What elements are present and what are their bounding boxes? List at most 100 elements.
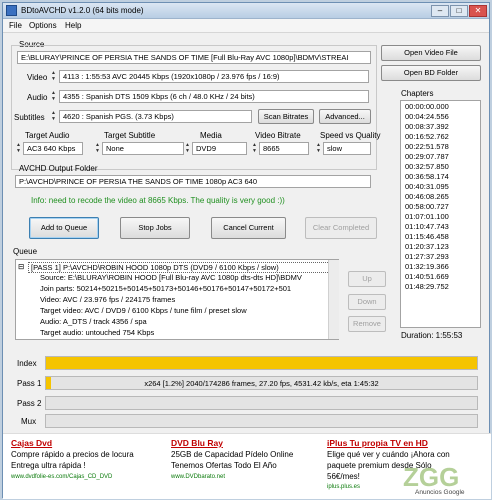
menu-options[interactable]: Options [29,21,57,30]
duration-label: Duration: 1:55:53 [401,331,463,340]
chapter-item[interactable]: 00:40:31.095 [405,182,476,192]
output-folder-label: AVCHD Output Folder [19,164,98,173]
ad-title[interactable]: DVD Blu Ray [171,438,223,448]
speed-quality-field[interactable]: slow [323,142,371,155]
target-subtitle-field[interactable]: None [102,142,184,155]
chapter-item[interactable]: 00:36:58.174 [405,172,476,182]
ads-footer: Anuncios Google [415,489,465,496]
ad-text: Elige qué ver y cuándo ¡Ahora con [327,450,450,459]
ad-url[interactable]: www.dvdfolie-es.com/Cajas_CD_DVD [11,474,112,480]
chapter-item[interactable]: 01:27:37.293 [405,252,476,262]
chapter-item[interactable]: 01:07:01.100 [405,212,476,222]
chapter-item[interactable]: 00:16:52.762 [405,132,476,142]
video-bitrate-field[interactable]: 8665 [259,142,309,155]
collapse-icon[interactable]: ⊟ [18,262,24,271]
target-audio-spinner[interactable]: ▲ ▼ [15,142,22,155]
chapter-item[interactable]: 00:58:00.727 [405,202,476,212]
chapter-item[interactable]: 00:29:07.787 [405,152,476,162]
scan-bitrates-button[interactable]: Scan Bitrates [258,109,314,124]
cancel-current-button[interactable]: Cancel Current [211,217,286,239]
audio-stream-field[interactable]: 4355 : Spanish DTS 1509 Kbps (6 ch / 48.… [59,90,369,103]
ad-text: 25GB de Capacidad Pídelo Online [171,450,294,459]
target-subtitle-label: Target Subtitle [104,131,156,140]
chapter-item[interactable]: 00:46:08.265 [405,192,476,202]
mux-progress-bar [45,414,478,428]
maximize-button[interactable]: □ [450,5,468,17]
pass2-progress-bar [45,396,478,410]
ad-text: 56€/mes! [327,472,360,481]
open-video-file-button[interactable]: Open Video File [381,45,481,61]
subtitles-stream-field[interactable]: 4620 : Spanish PGS. (3.73 Kbps) [59,110,252,123]
video-label: Video [27,73,48,82]
video-bitrate-spinner[interactable]: ▲ ▼ [251,142,258,155]
target-subtitle-spinner[interactable]: ▲ ▼ [94,142,101,155]
chapter-item[interactable]: 00:00:00.000 [405,102,476,112]
media-field[interactable]: DVD9 [192,142,247,155]
pass1-progress-label: Pass 1 [17,379,42,388]
subtitles-stream-spinner[interactable]: ▲ ▼ [50,110,57,123]
chapter-item[interactable]: 00:32:57.850 [405,162,476,172]
ad-title[interactable]: iPlus Tu propia TV en HD [327,438,428,448]
index-progress-label: Index [17,359,37,368]
queue-scrollbar[interactable] [328,260,339,339]
output-folder-field[interactable]: P:\AVCHD\PRINCE OF PERSIA THE SANDS OF T… [15,175,371,188]
media-label: Media [200,131,222,140]
index-progress-bar [45,356,478,370]
ad-text: Compre rápido a precios de locura [11,450,134,459]
add-to-queue-button[interactable]: Add to Queue [29,217,99,239]
chapters-list[interactable]: 00:00:00.000 00:04:24.556 00:08:37.392 00:1… [400,100,481,328]
ad-url[interactable]: www.DVDbarato.net [171,474,225,480]
index-progress-fill [46,357,477,369]
menu-help[interactable]: Help [65,21,81,30]
speed-quality-spinner[interactable]: ▲ ▼ [315,142,322,155]
chapter-item[interactable]: 00:04:24.556 [405,112,476,122]
chapter-item[interactable]: 00:08:37.392 [405,122,476,132]
chapters-label: Chapters [401,89,434,98]
minimize-button[interactable]: – [431,5,449,17]
title-bar: BDtoAVCHD v1.2.0 (64 bits mode) – □ ✕ [3,3,489,19]
ads-banner: Cajas Dvd Compre rápido a precios de loc… [3,433,491,499]
stop-jobs-button[interactable]: Stop Jobs [120,217,190,239]
chapter-item[interactable]: 01:10:47.743 [405,222,476,232]
video-bitrate-label: Video Bitrate [255,131,301,140]
ad-text: Tenemos Ofertas Todo El Año [171,461,277,470]
audio-label: Audio [27,93,48,102]
subtitles-label: Subtitles [14,113,45,122]
window-title: BDtoAVCHD v1.2.0 (64 bits mode) [21,6,144,15]
audio-stream-spinner[interactable]: ▲ ▼ [50,90,57,103]
video-stream-spinner[interactable]: ▲ ▼ [50,70,57,83]
clear-completed-button[interactable]: Clear Completed [305,217,377,239]
queue-line: Target video: AVC / DVD9 / 6100 Kbps / t… [40,306,247,315]
mux-progress-label: Mux [21,417,37,426]
queue-label: Queue [13,247,38,256]
queue-down-button[interactable]: Down [348,294,386,310]
queue-list[interactable]: ⊟ [PASS 1] P:\AVCHD\ROBIN HOOD 1080p DTS… [15,259,339,340]
chapter-item[interactable]: 01:48:29.752 [405,282,476,292]
close-button[interactable]: ✕ [469,5,487,17]
ad-url[interactable]: iplus.plus.es [327,484,360,490]
queue-line: Source: E:\BLURAY\ROBIN HOOD [Full Blu-r… [40,273,302,282]
app-window: BDtoAVCHD v1.2.0 (64 bits mode) – □ ✕ Fi… [2,2,491,499]
video-stream-field[interactable]: 4113 : 1:55:53 AVC 20445 Kbps (1920x1080… [59,70,369,83]
queue-up-button[interactable]: Up [348,271,386,287]
open-bd-folder-button[interactable]: Open BD Folder [381,65,481,81]
queue-line: Video: AVC / 23.976 fps / 224175 frames [40,295,176,304]
source-path-field[interactable]: E:\BLURAY\PRINCE OF PERSIA THE SANDS OF … [17,51,371,64]
app-icon [6,5,17,16]
speed-quality-label: Speed vs Quality [320,131,381,140]
media-spinner[interactable]: ▲ ▼ [184,142,191,155]
queue-remove-button[interactable]: Remove [348,316,386,332]
chapter-item[interactable]: 01:20:37.123 [405,242,476,252]
ad-title[interactable]: Cajas Dvd [11,438,52,448]
chapter-item[interactable]: 00:22:51.578 [405,142,476,152]
queue-job-header[interactable]: [PASS 1] P:\AVCHD\ROBIN HOOD 1080p DTS (… [28,262,336,273]
chapter-item[interactable]: 01:40:51.669 [405,272,476,282]
queue-line: Audio: A_DTS / track 4356 / spa [40,317,147,326]
target-audio-field[interactable]: AC3 640 Kbps [23,142,83,155]
chapter-item[interactable]: 01:32:19.366 [405,262,476,272]
pass1-progress-bar: x264 [1.2%] 2040/174286 frames, 27.20 fp… [45,376,478,390]
chapter-item[interactable]: 01:15:46.458 [405,232,476,242]
advanced-button[interactable]: Advanced... [319,109,371,124]
menu-file[interactable]: File [9,21,22,30]
pass1-progress-text: x264 [1.2%] 2040/174286 frames, 27.20 fp… [144,379,379,388]
